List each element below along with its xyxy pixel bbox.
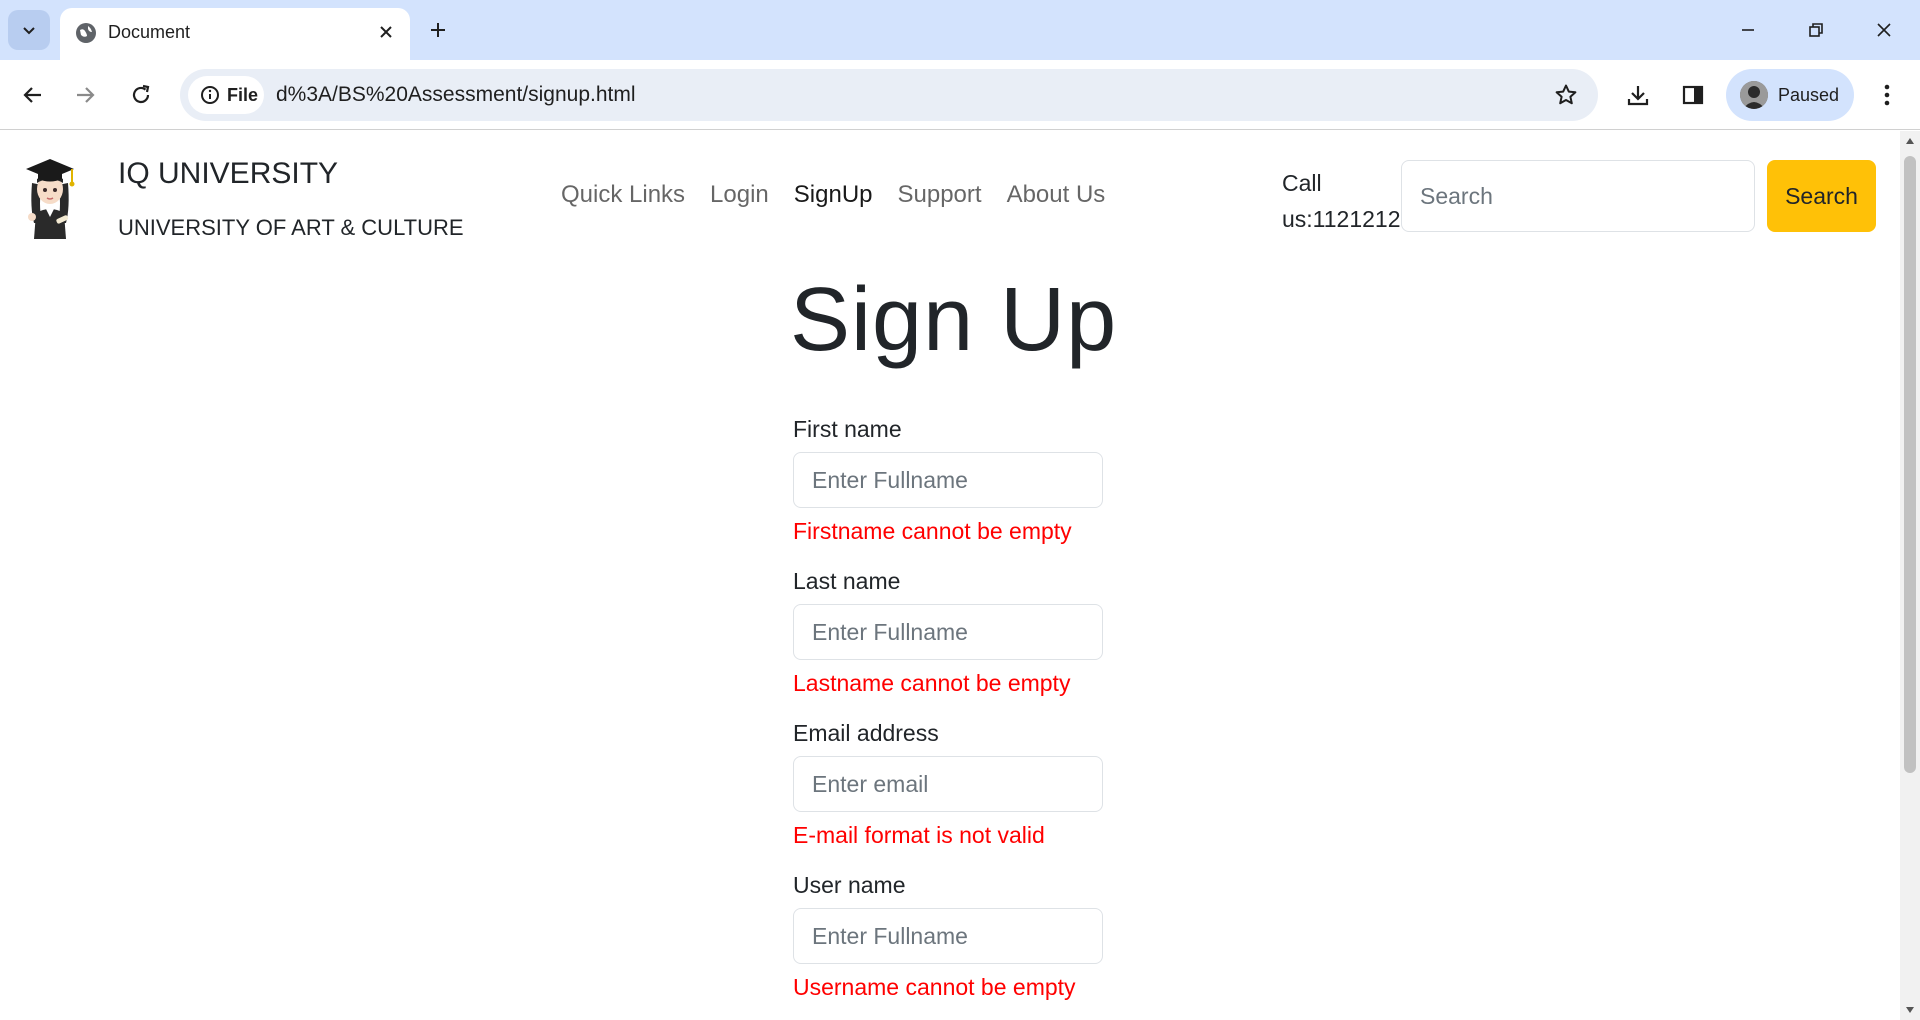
first-name-label: First name [793, 416, 902, 442]
reload-icon [132, 84, 150, 104]
star-icon [1555, 84, 1577, 105]
side-panel-button[interactable] [1672, 74, 1714, 116]
nav-link-about-us[interactable]: About Us [1007, 181, 1106, 209]
profile-status-label: Paused [1778, 84, 1840, 105]
close-icon [380, 26, 392, 38]
page-scrollbar[interactable] [1900, 131, 1920, 1020]
nav-link-signup[interactable]: SignUp [794, 181, 873, 209]
tab-title: Document [108, 22, 191, 42]
email-group: Email address E-mail format is not valid [793, 720, 1103, 849]
scroll-thumb[interactable] [1904, 156, 1916, 773]
brand-title: IQ UNIVERSITY [118, 157, 339, 190]
site-info-chip[interactable]: File [188, 76, 264, 114]
contact-phone: Call us:1121212 [1282, 165, 1412, 237]
bookmark-button[interactable] [1548, 77, 1584, 113]
tab-search-button[interactable] [8, 10, 50, 50]
address-bar[interactable]: File d%3A/BS%20Assessment/signup.html [180, 69, 1598, 121]
browser-tab-document[interactable]: Document [60, 8, 410, 60]
globe-icon [76, 23, 96, 43]
page-viewport: IQ UNIVERSITY UNIVERSITY OF ART & CULTUR… [0, 131, 1920, 1020]
first-name-field[interactable] [793, 452, 1103, 508]
username-field[interactable] [793, 908, 1103, 964]
avatar [1740, 81, 1768, 109]
arrow-left-icon [23, 87, 41, 103]
email-field[interactable] [793, 756, 1103, 812]
profile-button[interactable]: Paused [1726, 69, 1854, 121]
forward-button[interactable] [64, 74, 106, 116]
graduate-logo [26, 159, 75, 239]
last-name-label: Last name [793, 568, 901, 594]
main-nav: Quick Links Login SignUp Support About U… [561, 181, 1105, 209]
call-line-2: us:1121212 [1282, 206, 1401, 232]
username-group: User name Username cannot be empty [793, 872, 1103, 1001]
search-button[interactable]: Search [1767, 160, 1876, 232]
chevron-down-icon [23, 27, 35, 35]
minimize-button[interactable] [1720, 6, 1776, 54]
nav-link-support[interactable]: Support [898, 181, 982, 209]
close-window-button[interactable] [1856, 6, 1912, 54]
url-text[interactable]: d%3A/BS%20Assessment/signup.html [276, 83, 636, 107]
site-chip-label: File [227, 84, 259, 105]
email-error: E-mail format is not valid [793, 822, 1045, 848]
browser-tabstrip: Document [0, 0, 1920, 60]
email-label: Email address [793, 720, 939, 746]
page-title: Sign Up [790, 270, 1118, 370]
first-name-error: Firstname cannot be empty [793, 518, 1072, 544]
last-name-field[interactable] [793, 604, 1103, 660]
plus-icon [431, 23, 445, 37]
browser-menu-button[interactable] [1866, 74, 1908, 116]
restore-icon [1809, 23, 1823, 37]
username-error: Username cannot be empty [793, 974, 1076, 1000]
close-icon [1877, 23, 1891, 37]
tab-close-button[interactable] [372, 18, 400, 46]
username-label: User name [793, 872, 906, 898]
call-line-1: Call [1282, 170, 1322, 196]
download-icon [1627, 86, 1649, 106]
back-button[interactable] [12, 74, 54, 116]
search-input[interactable] [1401, 160, 1755, 232]
brand-subtitle: UNIVERSITY OF ART & CULTURE [118, 215, 464, 240]
downloads-button[interactable] [1617, 74, 1659, 116]
reload-button[interactable] [120, 74, 162, 116]
triangle-down-icon [1906, 1007, 1914, 1013]
last-name-group: Last name Lastname cannot be empty [793, 568, 1103, 697]
nav-link-quick-links[interactable]: Quick Links [561, 181, 685, 209]
triangle-up-icon [1906, 138, 1914, 144]
side-panel-icon [1682, 85, 1704, 105]
browser-toolbar: File d%3A/BS%20Assessment/signup.html Pa… [0, 60, 1920, 130]
nav-link-login[interactable]: Login [710, 181, 769, 209]
first-name-group: First name Firstname cannot be empty [793, 416, 1103, 545]
more-vertical-icon [1884, 84, 1890, 106]
minimize-icon [1742, 29, 1754, 31]
new-tab-button[interactable] [420, 12, 456, 48]
arrow-right-icon [77, 87, 95, 103]
info-icon [201, 86, 219, 104]
last-name-error: Lastname cannot be empty [793, 670, 1071, 696]
restore-button[interactable] [1788, 6, 1844, 54]
scroll-up-button[interactable] [1900, 131, 1920, 151]
scroll-down-button[interactable] [1900, 1000, 1920, 1020]
